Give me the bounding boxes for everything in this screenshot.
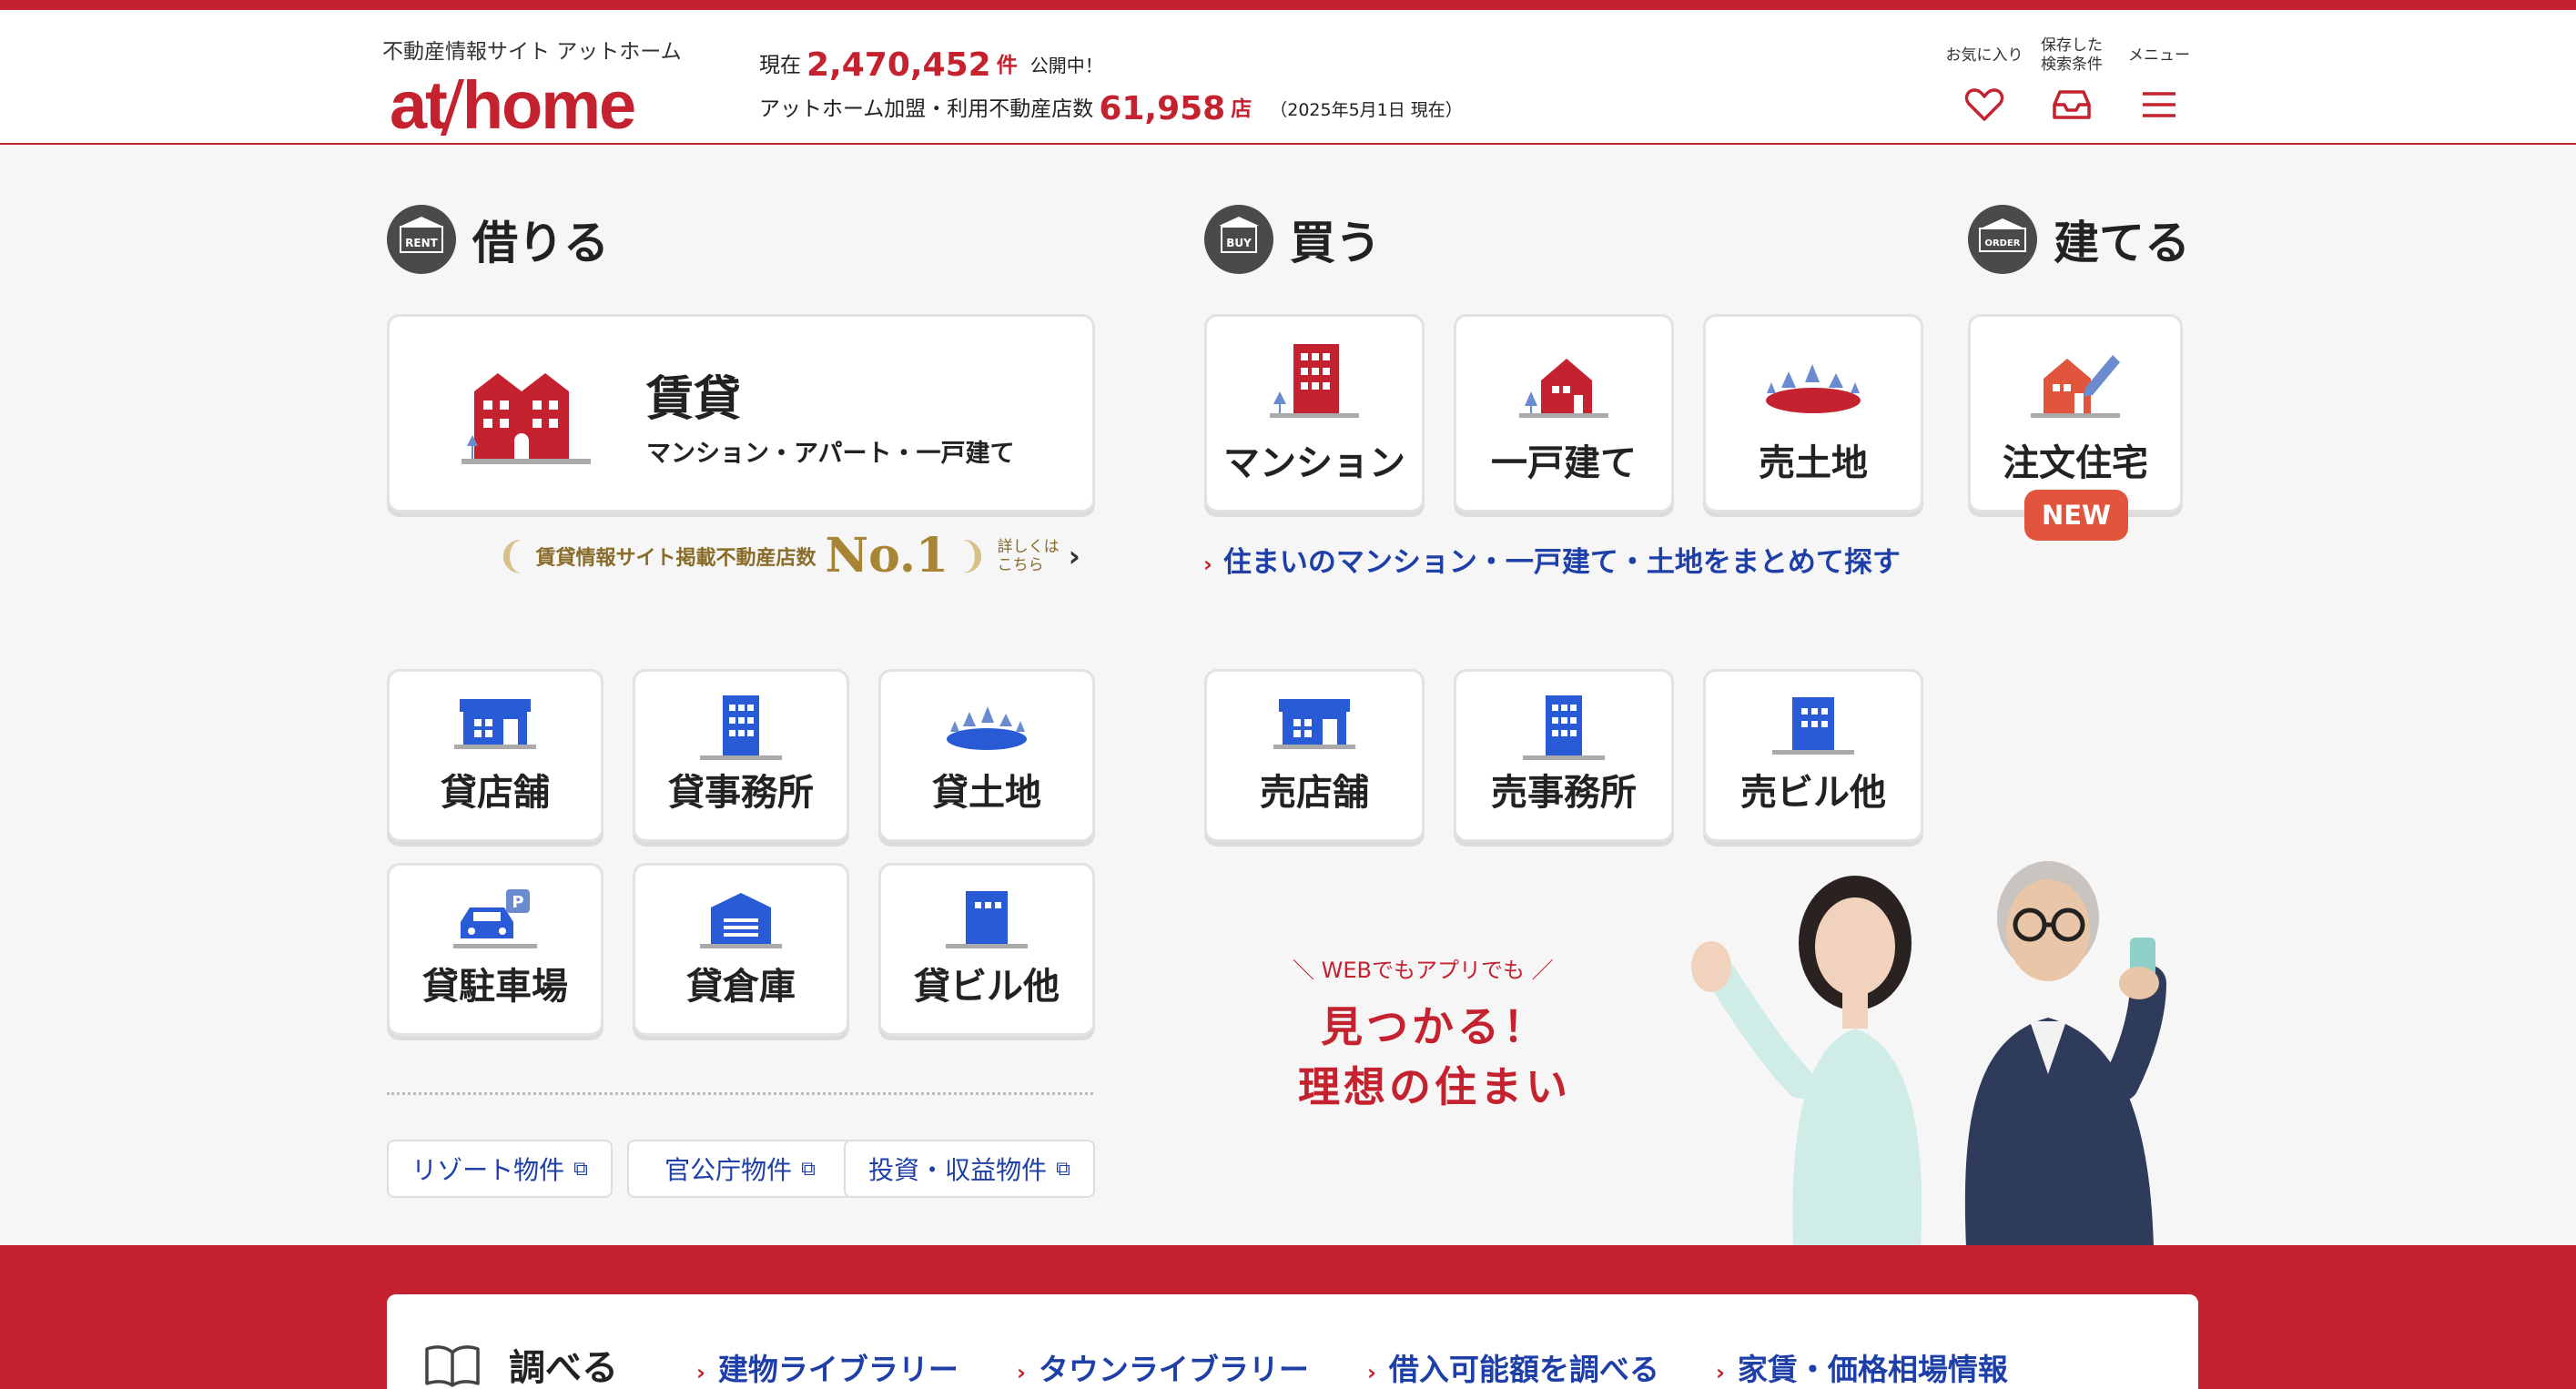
top-accent-bar (0, 0, 2576, 10)
chevron-right-icon: › (1068, 538, 1080, 573)
parking-car-icon: P (453, 889, 537, 948)
card-rent-land[interactable]: 貸土地 (878, 669, 1095, 842)
inbox-icon (2053, 90, 2091, 119)
office-building-icon (700, 695, 782, 760)
chevron-right-icon: › (1017, 1360, 1026, 1385)
rent-main-sub: マンション・アパート・一戸建て (646, 440, 1015, 468)
link-town-library[interactable]: › タウンライブラリー (1017, 1345, 1309, 1389)
building-icon (946, 891, 1028, 948)
link-loan-calculator[interactable]: › 借入可能額を調べる (1367, 1345, 1659, 1389)
link-government[interactable]: 官公庁物件 ⧉ (627, 1140, 853, 1198)
build-heading: ORDER 建てる (1968, 205, 2190, 274)
new-badge: NEW (2024, 490, 2128, 541)
rent-main-card[interactable]: 賃貸 マンション・アパート・一戸建て (387, 314, 1095, 512)
agency-count: アットホーム加盟・利用不動産店数 61,958 店（2025年5月1日 現在） (759, 90, 1463, 127)
land-icon (1766, 364, 1861, 413)
chevron-right-icon: › (1716, 1360, 1725, 1385)
card-rent-building[interactable]: 貸ビル他 (878, 863, 1095, 1036)
card-buy-office[interactable]: 売事務所 (1454, 669, 1674, 842)
external-link-icon: ⧉ (573, 1157, 588, 1181)
mansion-icon (1270, 344, 1359, 418)
rent-badge-icon: RENT (387, 205, 456, 274)
rent-main-label: 賃貸 (646, 372, 742, 427)
laurel-right-icon: ❩ (958, 534, 989, 577)
apartment-building-icon (461, 373, 591, 464)
buy-heading: BUY 買う (1204, 205, 1381, 274)
rent-heading: RENT 借りる (387, 205, 609, 274)
custom-house-pencil-icon (2031, 355, 2120, 418)
order-badge-icon: ORDER (1968, 205, 2037, 274)
chevron-right-icon: › (1367, 1360, 1376, 1385)
divider (387, 1092, 1093, 1095)
promo-headline: 見つかる！ 理想の住まい (1298, 1002, 1571, 1111)
link-investment[interactable]: 投資・収益物件 ⧉ (844, 1140, 1095, 1198)
site-tagline: 不動産情報サイト アットホーム (382, 40, 682, 64)
buy-badge-icon: BUY (1204, 205, 1273, 274)
card-rent-parking[interactable]: P 貸駐車場 (387, 863, 603, 1036)
saved-search-button[interactable]: 保存した検索条件 (2035, 35, 2108, 128)
external-link-icon: ⧉ (801, 1157, 816, 1181)
heart-icon (1964, 88, 2004, 121)
card-buy-land[interactable]: 売土地 (1703, 314, 1923, 512)
card-rent-office[interactable]: 貸事務所 (633, 669, 849, 842)
office-building-icon (1523, 695, 1605, 760)
athome-logo[interactable]: at home (390, 66, 636, 144)
storefront-icon (454, 699, 536, 749)
card-buy-house[interactable]: 一戸建て (1454, 314, 1674, 512)
link-resort[interactable]: リゾート物件 ⧉ (387, 1140, 613, 1198)
card-buy-mansion[interactable]: マンション (1204, 314, 1425, 512)
menu-button[interactable]: メニュー (2117, 35, 2201, 128)
buy-search-all-link[interactable]: › 住まいのマンション・一戸建て・土地をまとめて探す (1203, 539, 1901, 580)
laurel-left-icon: ❨ (496, 534, 527, 577)
card-buy-store[interactable]: 売店舗 (1204, 669, 1425, 842)
warehouse-icon (700, 893, 782, 948)
card-rent-warehouse[interactable]: 貸倉庫 (633, 863, 849, 1036)
card-rent-store[interactable]: 貸店舗 (387, 669, 603, 842)
promo-subtitle: ＼ WEBでもアプリでも ／ (1293, 958, 1554, 983)
external-link-icon: ⧉ (1056, 1157, 1070, 1181)
house-icon (1519, 359, 1608, 418)
listing-count: 現在 2,470,452 件公開中！ (759, 46, 1103, 84)
no1-banner[interactable]: ❨ 賃貸情報サイト掲載不動産店数 No.1 ❩ 詳しくは こちら › (496, 528, 1080, 583)
favorites-button[interactable]: お気に入り (1939, 35, 2030, 128)
chevron-right-icon: › (696, 1360, 705, 1385)
site-header: 不動産情報サイト アットホーム at home 現在 2,470,452 件公開中！ … (0, 10, 2576, 145)
research-title: 調べる (423, 1338, 618, 1389)
card-buy-building[interactable]: 売ビル他 (1703, 669, 1923, 842)
storefront-icon (1273, 699, 1355, 749)
chevron-right-icon: › (1203, 552, 1212, 577)
promo-people-image (1691, 861, 2166, 1247)
research-panel: 調べる › 建物ライブラリー › タウンライブラリー › 借入可能額を調べる › 家賃・… (387, 1294, 2198, 1389)
card-custom-home[interactable]: 注文住宅 (1968, 314, 2183, 512)
book-icon (425, 1345, 480, 1387)
land-plot-icon (947, 706, 1027, 750)
link-price-market[interactable]: › 家賃・価格相場情報 (1716, 1345, 2008, 1389)
svg-text:P: P (512, 893, 523, 912)
link-building-library[interactable]: › 建物ライブラリー (696, 1345, 958, 1389)
hamburger-icon (2143, 92, 2175, 117)
building-icon (1772, 697, 1854, 755)
